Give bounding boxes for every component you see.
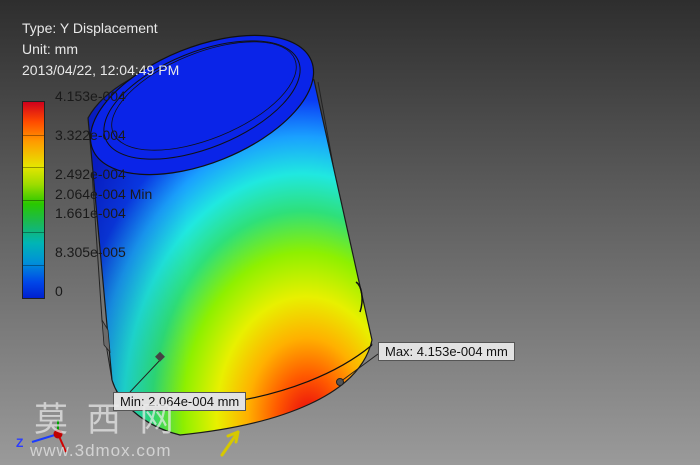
axis-z-label: Z — [16, 436, 24, 450]
color-scale-bar — [22, 101, 45, 299]
load-arrow-icon — [220, 430, 240, 457]
watermark-site: www.3dmox.com — [30, 441, 172, 460]
scale-label-3: 2.492e-004 — [55, 166, 126, 182]
result-type: Type: Y Displacement — [22, 20, 158, 36]
scale-label-5: 1.661e-004 — [55, 205, 126, 221]
scale-label-6: 8.305e-005 — [55, 244, 126, 260]
result-unit: Unit: mm — [22, 41, 78, 57]
max-probe-label[interactable]: Max: 4.153e-004 mm — [378, 342, 515, 361]
scale-label-min: 0 — [55, 283, 63, 299]
result-timestamp: 2013/04/22, 12:04:49 PM — [22, 62, 180, 78]
scale-label-4: 2.064e-004 Min — [55, 186, 153, 202]
max-marker — [336, 378, 344, 386]
result-info: Type: Y Displacement Unit: mm 2013/04/22… — [22, 18, 179, 81]
watermark-logo: 莫 西 网 — [34, 400, 178, 440]
scale-label-2: 3.322e-004 — [55, 127, 126, 143]
scale-label-max: 4.153e-004 — [55, 88, 126, 104]
